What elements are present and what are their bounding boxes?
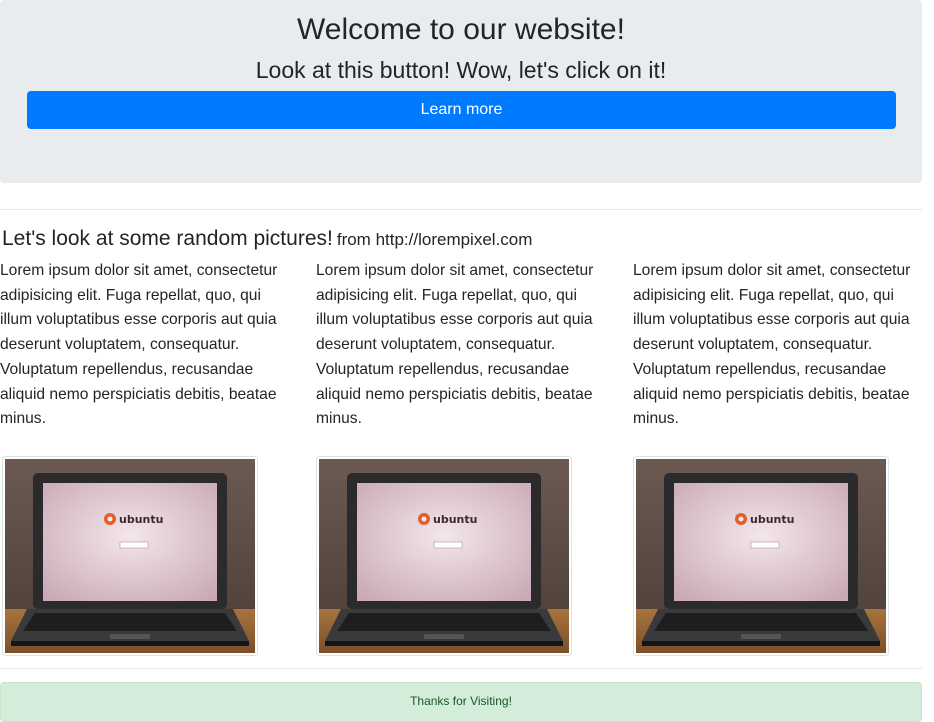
thanks-message: Thanks for Visiting! [410, 694, 512, 708]
divider-top [0, 209, 922, 210]
laptop-image: ubuntu [316, 456, 572, 656]
learn-more-button[interactable]: Learn more [27, 91, 896, 129]
laptop-image: ubuntu [2, 456, 258, 656]
svg-text:ubuntu: ubuntu [119, 513, 163, 526]
hero-jumbotron: Welcome to our website! Look at this but… [0, 0, 922, 183]
column-text: Lorem ipsum dolor sit amet, consectetur … [633, 262, 911, 428]
svg-text:ubuntu: ubuntu [750, 513, 794, 526]
svg-text:ubuntu: ubuntu [433, 513, 477, 526]
column-text: Lorem ipsum dolor sit amet, consectetur … [0, 262, 278, 428]
gallery-heading-source: from http://lorempixel.com [336, 230, 533, 249]
gallery-heading: Let's look at some random pictures! from … [2, 226, 532, 253]
column-text: Lorem ipsum dolor sit amet, consectetur … [316, 262, 594, 428]
gallery-column-2: Lorem ipsum dolor sit amet, consectetur … [316, 259, 616, 656]
laptop-image: ubuntu [633, 456, 889, 656]
thanks-alert: Thanks for Visiting! [0, 682, 922, 722]
hero-title: Welcome to our website! [297, 13, 625, 46]
gallery-heading-text: Let's look at some random pictures! [2, 227, 333, 250]
hero-subtitle: Look at this button! Wow, let's click on… [255, 57, 667, 83]
gallery-column-3: Lorem ipsum dolor sit amet, consectetur … [633, 259, 933, 656]
divider-bottom [0, 668, 922, 669]
gallery-column-1: Lorem ipsum dolor sit amet, consectetur … [0, 259, 300, 656]
